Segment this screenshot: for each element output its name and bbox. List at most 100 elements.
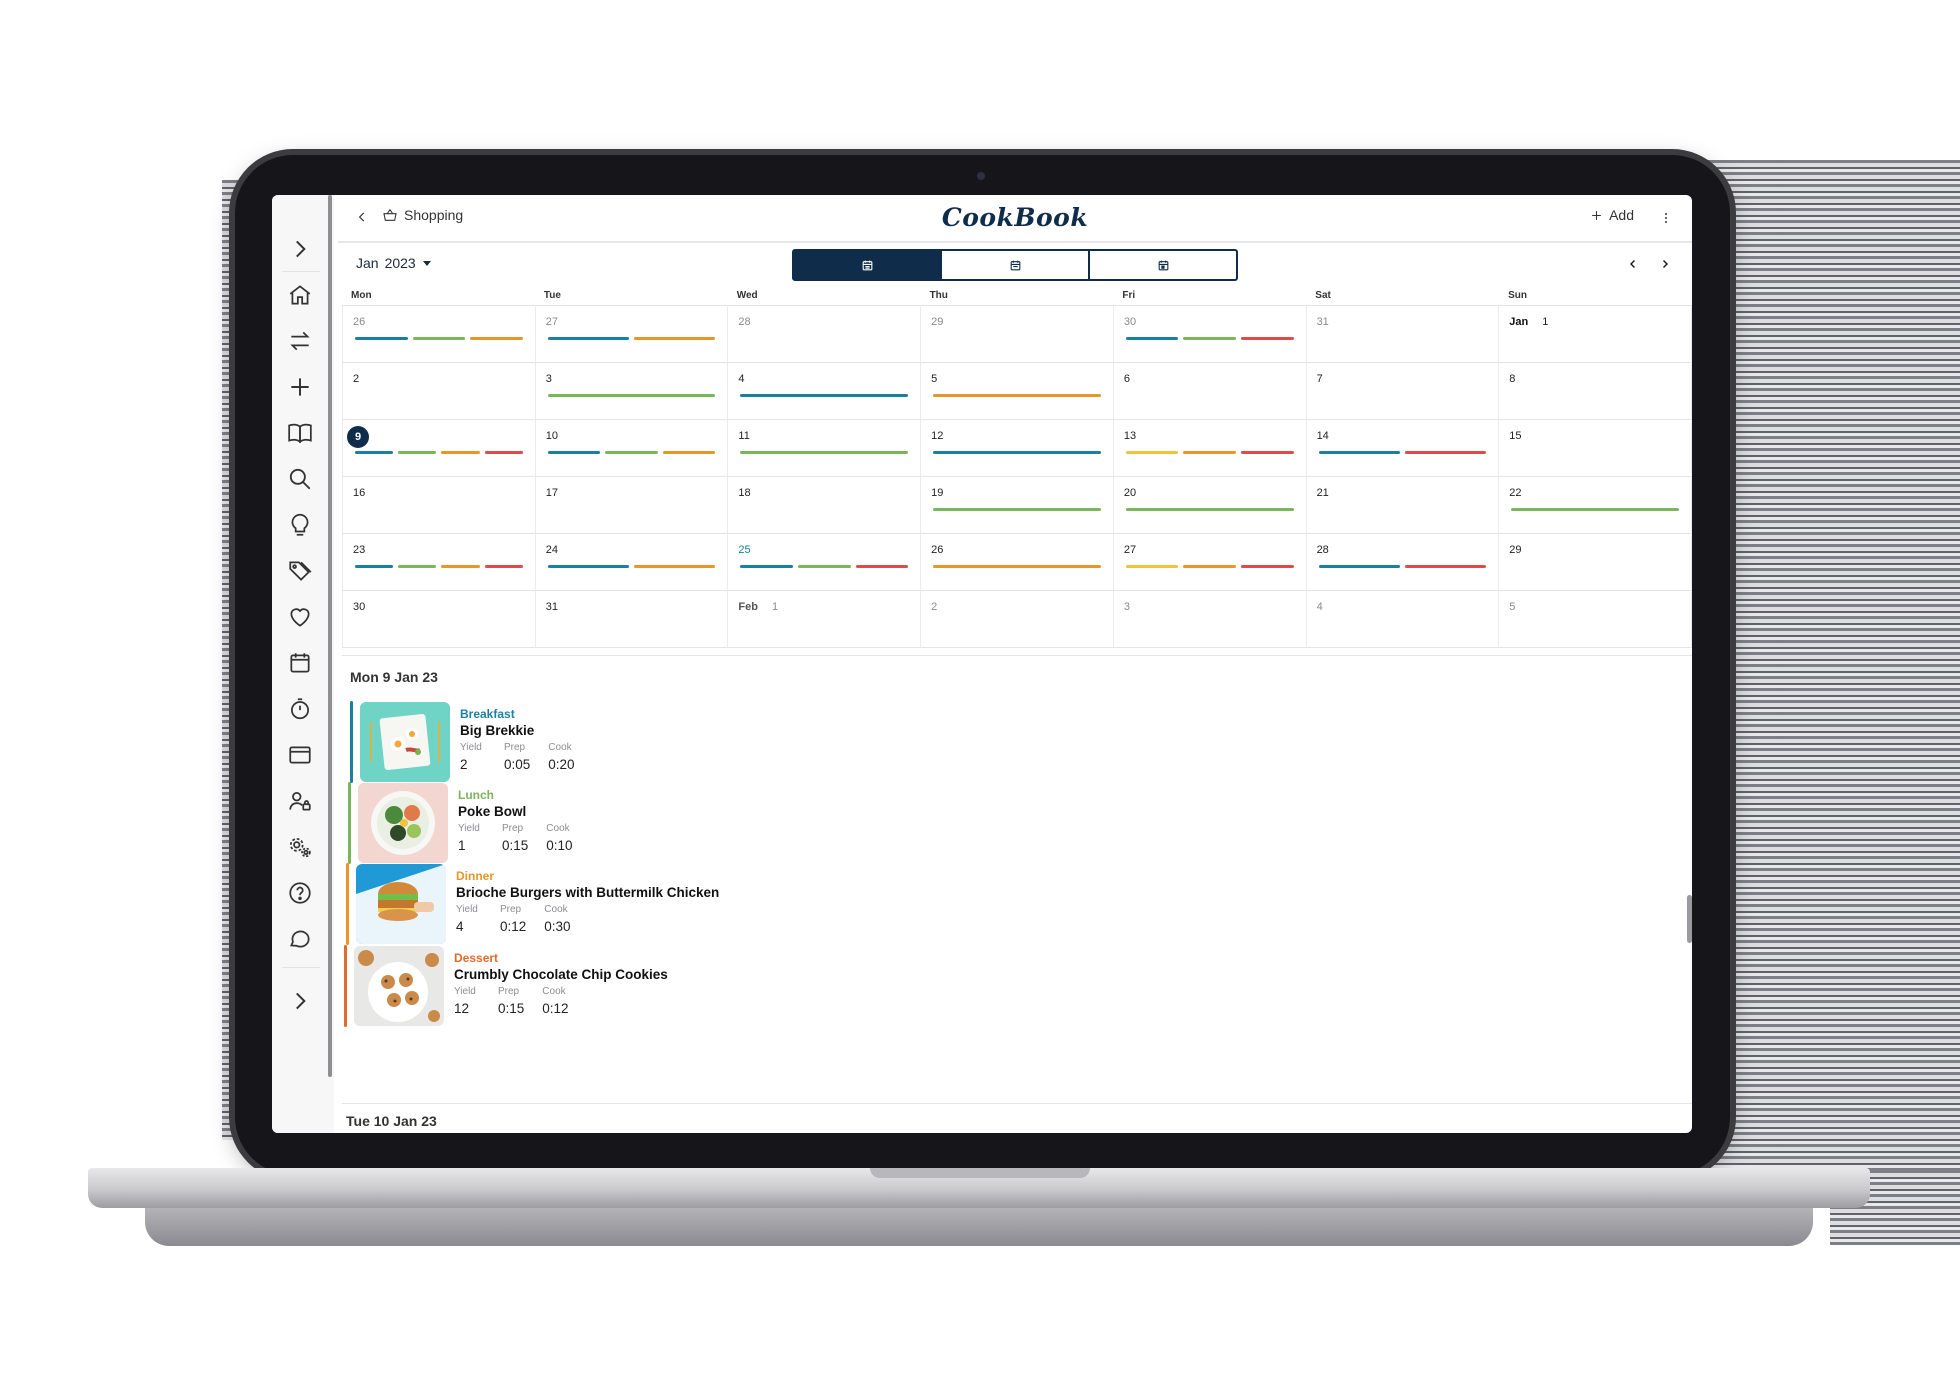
- calendar-day-cell[interactable]: 29: [921, 306, 1114, 363]
- calendar-day-cell[interactable]: 20: [1113, 477, 1307, 534]
- calendar-day-cell[interactable]: Feb 1: [728, 591, 922, 648]
- month-calendar: Mon Tue Wed Thu Fri Sat Sun 26 27 28 29 30 31…: [342, 281, 1692, 648]
- calendar-day-cell[interactable]: 4: [728, 363, 922, 420]
- day-number: 18: [738, 487, 750, 499]
- content-scrollbar[interactable]: [1687, 895, 1692, 943]
- calendar-day-cell[interactable]: 10: [535, 420, 729, 477]
- month-selector[interactable]: Jan 2023: [356, 255, 432, 271]
- calendar-day-cell[interactable]: 6: [1113, 363, 1307, 420]
- calendar-day-cell[interactable]: 22: [1499, 477, 1692, 534]
- calendar-day-cell[interactable]: 26: [921, 534, 1114, 591]
- more-options-button[interactable]: [1656, 206, 1676, 230]
- meal-recipe-name[interactable]: Brioche Burgers with Buttermilk Chicken: [456, 885, 719, 900]
- calendar-day-cell[interactable]: 9: [343, 420, 536, 477]
- calendar-day-cell[interactable]: 5: [921, 363, 1114, 420]
- meal-indicator-orange: [441, 565, 480, 568]
- day-number: 31: [546, 601, 558, 613]
- previous-month-button[interactable]: [1624, 255, 1642, 273]
- day-number: 2: [931, 601, 937, 613]
- calendar-day-cell[interactable]: 25: [728, 534, 922, 591]
- meal-indicator-orange: [1183, 451, 1236, 454]
- sidebar-item-add[interactable]: [282, 369, 318, 405]
- collapse-sidebar-button[interactable]: [282, 983, 318, 1019]
- calendar-day-cell[interactable]: 29: [1499, 534, 1692, 591]
- calendar-day-cell[interactable]: 30: [1113, 306, 1307, 363]
- next-month-button[interactable]: [1656, 255, 1674, 273]
- day-number-value: 11: [738, 430, 750, 442]
- meal-indicator-bars: [740, 451, 909, 454]
- sidebar-item-home[interactable]: [282, 277, 318, 313]
- calendar-day-cell[interactable]: 26: [343, 306, 536, 363]
- calendar-day-cell[interactable]: 28: [1306, 534, 1500, 591]
- sidebar-item-favourites[interactable]: [282, 599, 318, 635]
- day-number-value: 26: [353, 316, 366, 328]
- calendar-day-cell[interactable]: 28: [728, 306, 922, 363]
- calendar-day-cell[interactable]: 18: [728, 477, 922, 534]
- top-bar: Shopping CookBook Add: [338, 195, 1692, 243]
- meal-type: Dessert: [454, 951, 499, 965]
- calendar-day-cell[interactable]: 15: [1499, 420, 1692, 477]
- calendar-day-cell[interactable]: 2: [921, 591, 1114, 648]
- add-button[interactable]: Add: [1590, 207, 1634, 223]
- sidebar-item-swap[interactable]: [282, 323, 318, 359]
- week-view-button[interactable]: [942, 251, 1090, 279]
- sidebar-item-settings[interactable]: [282, 829, 318, 865]
- calendar-day-cell[interactable]: 11: [728, 420, 922, 477]
- calendar-day-cell[interactable]: 3: [1113, 591, 1307, 648]
- meal-card[interactable]: Dinner Brioche Burgers with Buttermilk Ch…: [346, 863, 1046, 945]
- calendar-day-cell[interactable]: 31: [1306, 306, 1500, 363]
- add-button-label: Add: [1609, 207, 1634, 223]
- yield-stat: Yield 2: [460, 742, 486, 772]
- sidebar-item-timer[interactable]: [282, 691, 318, 727]
- meal-indicator-bars: [547, 565, 716, 568]
- sidebar-item-browser[interactable]: [282, 737, 318, 773]
- prep-stat: Prep 0:05: [504, 742, 530, 772]
- day-number: 13: [1124, 430, 1136, 442]
- meal-recipe-name[interactable]: Crumbly Chocolate Chip Cookies: [454, 967, 668, 982]
- meal-card[interactable]: Breakfast Big Brekkie Yield 2 Prep 0:05 Cook 0:…: [350, 701, 1050, 783]
- meal-recipe-name[interactable]: Big Brekkie: [460, 723, 534, 738]
- sidebar-item-search[interactable]: [282, 461, 318, 497]
- day-view-button[interactable]: [1090, 251, 1236, 279]
- calendar-day-cell[interactable]: 30: [343, 591, 536, 648]
- calendar-day-cell[interactable]: Jan 1: [1499, 306, 1692, 363]
- sidebar-item-recipes[interactable]: [282, 415, 318, 451]
- calendar-day-cell[interactable]: 8: [1499, 363, 1692, 420]
- sidebar-item-chat[interactable]: [282, 921, 318, 957]
- meal-recipe-name[interactable]: Poke Bowl: [458, 804, 526, 819]
- day-number-value: 25: [738, 544, 751, 556]
- calendar-day-cell[interactable]: 19: [921, 477, 1114, 534]
- sidebar-item-account[interactable]: [282, 783, 318, 819]
- meal-card[interactable]: Dessert Crumbly Chocolate Chip Cookies Yie…: [344, 945, 1044, 1027]
- calendar-day-cell[interactable]: 3: [535, 363, 729, 420]
- calendar-day-cell[interactable]: 4: [1306, 591, 1500, 648]
- calendar-day-cell[interactable]: 17: [535, 477, 729, 534]
- calendar-day-cell[interactable]: 2: [343, 363, 536, 420]
- month-view-button[interactable]: [794, 251, 942, 279]
- calendar-day-cell[interactable]: 13: [1113, 420, 1307, 477]
- calendar-day-cell[interactable]: 27: [1113, 534, 1307, 591]
- sidebar-item-calendar[interactable]: [282, 645, 318, 681]
- calendar-day-cell[interactable]: 12: [921, 420, 1114, 477]
- calendar-day-cell[interactable]: 5: [1499, 591, 1692, 648]
- prep-stat: Prep 0:15: [502, 823, 528, 853]
- calendar-day-cell[interactable]: 27: [535, 306, 729, 363]
- calendar-day-cell[interactable]: 14: [1306, 420, 1500, 477]
- plus-icon: [1592, 210, 1601, 220]
- meal-card[interactable]: Lunch Poke Bowl Yield 1 Prep 0:15 Cook 0:10: [348, 782, 1048, 864]
- calendar-day-cell[interactable]: 21: [1306, 477, 1500, 534]
- yield-stat: Yield 12: [454, 986, 480, 1016]
- calendar-day-cell[interactable]: 31: [535, 591, 729, 648]
- meal-indicator-red: [1241, 337, 1294, 340]
- meal-type: Dinner: [456, 869, 495, 883]
- sidebar-item-help[interactable]: [282, 875, 318, 911]
- stat-value: 0:05: [504, 757, 531, 772]
- sidebar-item-tags[interactable]: [282, 553, 318, 589]
- calendar-day-cell[interactable]: 16: [343, 477, 536, 534]
- expand-sidebar-button[interactable]: [282, 231, 318, 267]
- calendar-day-cell[interactable]: 23: [343, 534, 536, 591]
- calendar-day-cell[interactable]: 24: [535, 534, 729, 591]
- sidebar-scrollbar[interactable]: [328, 195, 332, 1077]
- calendar-day-cell[interactable]: 7: [1306, 363, 1500, 420]
- sidebar-item-ideas[interactable]: [282, 507, 318, 543]
